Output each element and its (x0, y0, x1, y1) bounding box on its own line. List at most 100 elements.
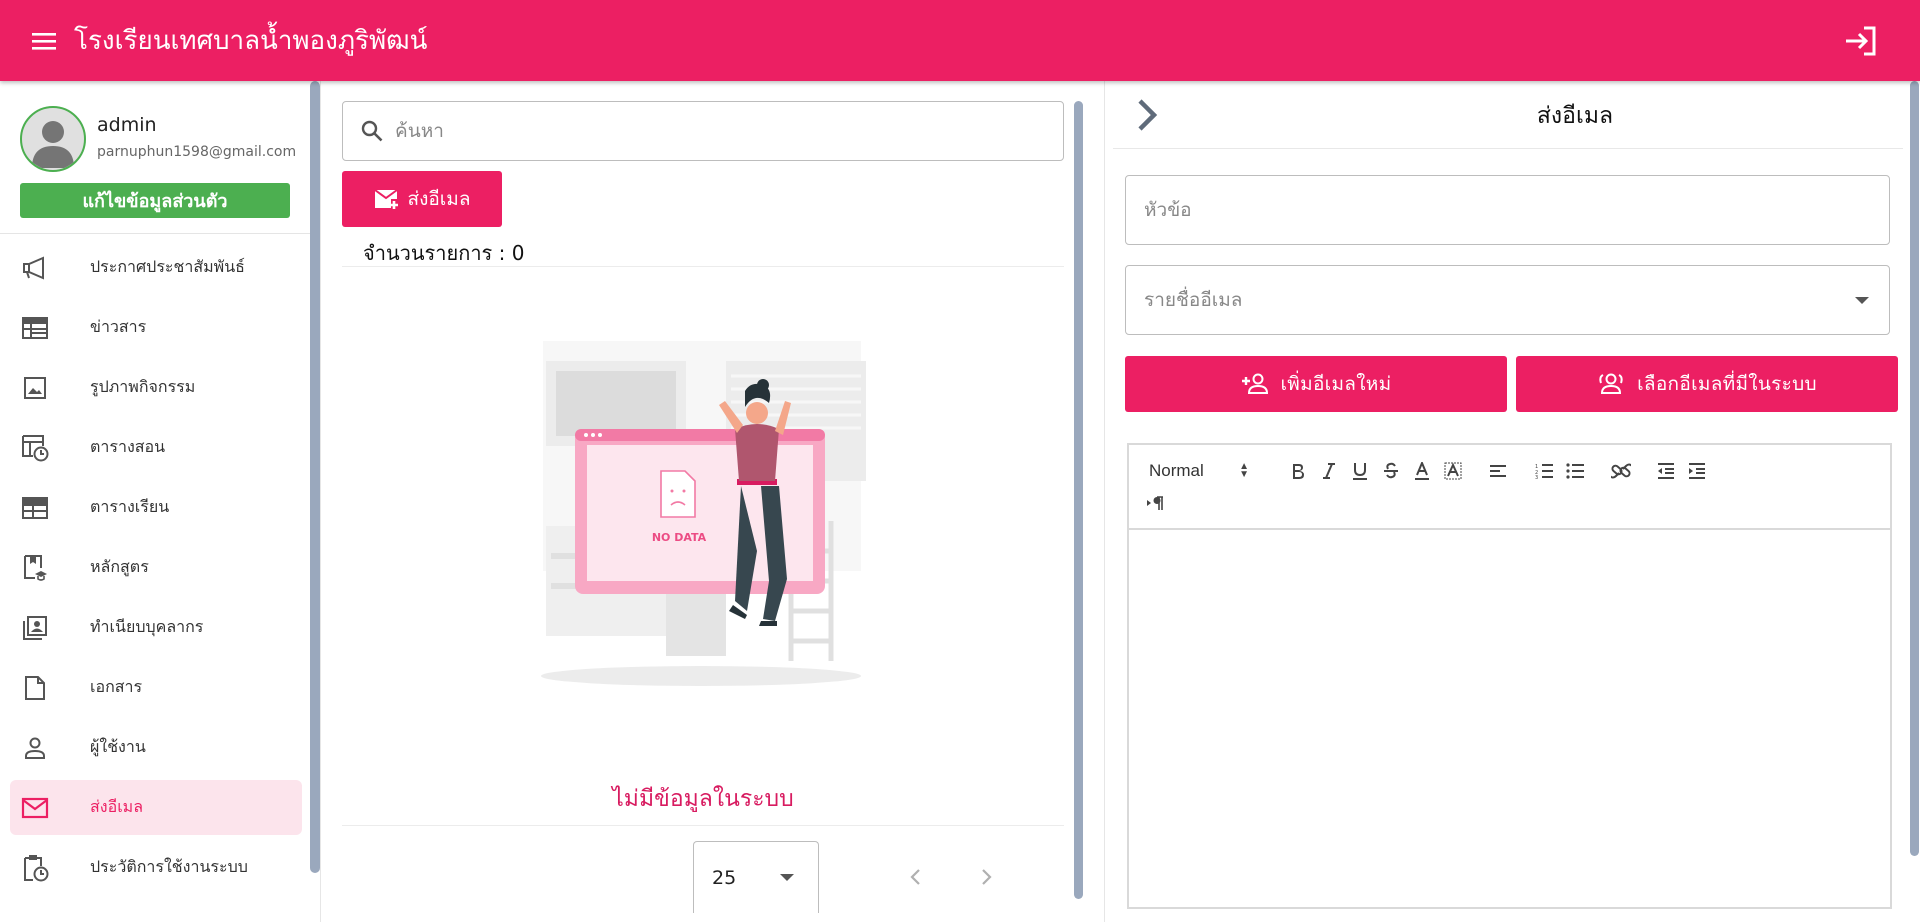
bold-button[interactable] (1286, 459, 1310, 483)
sidebar-item-send-email[interactable]: ส่งอีเมล (10, 780, 302, 835)
sidebar-item-label: ตารางเรียน (90, 497, 170, 516)
format-value: Normal (1149, 461, 1204, 480)
divider (342, 266, 1064, 267)
divider (342, 825, 1064, 826)
record-count: จำนวนรายการ : 0 (363, 241, 525, 265)
italic-button[interactable] (1317, 459, 1341, 483)
profile-name: admin (97, 114, 157, 136)
sidebar-item-users[interactable]: ผู้ใช้งาน (10, 720, 302, 775)
sidebar-item-activity-photos[interactable]: รูปภาพกิจกรรม (10, 360, 302, 415)
menu-button[interactable] (24, 21, 64, 61)
ordered-list-icon: 123 (1535, 464, 1553, 479)
user-icon (20, 733, 50, 763)
add-email-button[interactable]: เพิ่มอีเมลใหม่ (1125, 356, 1507, 412)
sad-file-eye (682, 489, 686, 493)
image-icon (20, 373, 50, 403)
add-user-icon (1241, 373, 1269, 395)
newspaper-icon (20, 313, 50, 343)
text-direction-button[interactable] (1144, 491, 1168, 515)
sidebar-item-class-schedule[interactable]: ตารางเรียน (10, 480, 302, 535)
edit-profile-button[interactable]: แก้ไขข้อมูลส่วนตัว (20, 183, 290, 218)
ground-shadow (541, 666, 861, 686)
send-email-button[interactable]: ส่งอีเมล (342, 171, 502, 227)
book-education-icon (20, 553, 50, 583)
search-input[interactable] (395, 120, 1035, 142)
indent-button[interactable] (1685, 459, 1709, 483)
sidebar: admin parnuphun1598@gmail.com แก้ไขข้อมู… (0, 81, 312, 922)
outdent-button[interactable] (1654, 459, 1678, 483)
email-icon (20, 793, 50, 823)
monitor-topbar (575, 429, 825, 441)
person-shirt (735, 424, 779, 481)
strike-button[interactable] (1379, 459, 1403, 483)
monitor-dot (584, 433, 588, 437)
sidebar-item-teaching-schedule[interactable]: ตารางสอน (10, 420, 302, 475)
sidebar-item-curriculum[interactable]: หลักสูตร (10, 540, 302, 595)
sidebar-item-label: ข่าวสาร (90, 317, 147, 336)
compose-panel: ส่งอีเมล รายชื่ออีเมล เพิ่มอีเมลใหม่ เลื… (1105, 81, 1920, 922)
compose-scrollbar[interactable] (1910, 81, 1919, 856)
align-button[interactable] (1486, 459, 1510, 483)
sad-file (660, 470, 696, 518)
sidebar-item-documents[interactable]: เอกสาร (10, 660, 302, 715)
editor-toolbar: Normal ▲ ▼ 1 2 3 (1129, 445, 1890, 530)
subject-field[interactable] (1125, 175, 1890, 245)
email-list-select[interactable]: รายชื่ออีเมล (1125, 265, 1890, 335)
app-bar: โรงเรียนเทศบาลน้ำพองภูริพัฒน์ (0, 0, 1920, 81)
text-color-button[interactable] (1410, 459, 1434, 483)
prev-page-button[interactable] (897, 859, 933, 895)
underline-icon (1353, 463, 1367, 480)
sidebar-item-usage-history[interactable]: ประวัติการใช้งานระบบ (10, 840, 302, 895)
sidebar-item-label: ผู้ใช้งาน (90, 737, 146, 756)
hamburger-icon (32, 32, 56, 50)
search-box (342, 101, 1064, 161)
compose-title-text: ส่งอีเมล (1536, 103, 1614, 129)
app-title: โรงเรียนเทศบาลน้ำพองภูริพัฒน์ (74, 26, 428, 56)
table-clock-icon (20, 433, 50, 463)
text-color-icon (1415, 462, 1429, 480)
contacts-book-icon (20, 613, 50, 643)
sidebar-item-label: เอกสาร (90, 677, 143, 696)
logout-icon (1846, 26, 1876, 56)
sidebar-item-news[interactable]: ข่าวสาร (10, 300, 302, 355)
logout-button[interactable] (1842, 22, 1880, 60)
person-hair-bun (757, 379, 769, 391)
profile-card: admin parnuphun1598@gmail.com แก้ไขข้อมู… (0, 81, 312, 234)
page-size-value: 25 (712, 866, 737, 889)
sidebar-item-label: หลักสูตร (90, 557, 149, 576)
svg-text:3: 3 (1535, 475, 1538, 479)
bullet-list-button[interactable] (1563, 459, 1587, 483)
choose-email-button[interactable]: เลือกอีเมลที่มีในระบบ (1516, 356, 1898, 412)
underline-button[interactable] (1348, 459, 1372, 483)
avatar (20, 106, 86, 172)
link-button[interactable] (1609, 459, 1633, 483)
bullet-list-icon (1566, 463, 1584, 479)
monitor-dot (591, 433, 595, 437)
page-size-select[interactable]: 25 (693, 841, 819, 913)
user-avatar-icon (32, 121, 74, 168)
send-email-button-label: ส่งอีเมล (407, 188, 471, 210)
compose-title: ส่งอีเมล (1105, 98, 1905, 134)
sidebar-scrollbar[interactable] (310, 81, 320, 873)
background-color-icon (1444, 462, 1462, 480)
ordered-list-button[interactable]: 123 (1532, 459, 1556, 483)
sidebar-item-label: ทำเนียบบุคลากร (90, 617, 204, 636)
paragraph-direction-icon (1147, 496, 1163, 510)
email-list-placeholder: รายชื่ออีเมล (1144, 289, 1243, 311)
format-select[interactable]: Normal ▲ ▼ (1149, 459, 1259, 483)
sidebar-item-staff-directory[interactable]: ทำเนียบบุคลากร (10, 600, 302, 655)
background-color-button[interactable] (1441, 459, 1465, 483)
no-data-illustration: NO DATA (541, 341, 866, 686)
caret-down-icon (780, 874, 794, 881)
editor-content-area[interactable] (1129, 530, 1890, 905)
monitor-dot (598, 433, 602, 437)
sidebar-item-announcements[interactable]: ประกาศประชาสัมพันธ์ (10, 240, 302, 295)
indent-icon (1689, 463, 1705, 479)
add-email-button-label: เพิ่มอีเมลใหม่ (1280, 373, 1392, 395)
updown-icon: ▲ ▼ (1239, 461, 1249, 480)
email-plus-icon (373, 188, 400, 210)
sidebar-item-label: ประวัติการใช้งานระบบ (90, 857, 248, 876)
list-scrollbar[interactable] (1074, 101, 1083, 899)
sidebar-item-label: ส่งอีเมล (90, 797, 144, 816)
next-page-button[interactable] (969, 859, 1005, 895)
